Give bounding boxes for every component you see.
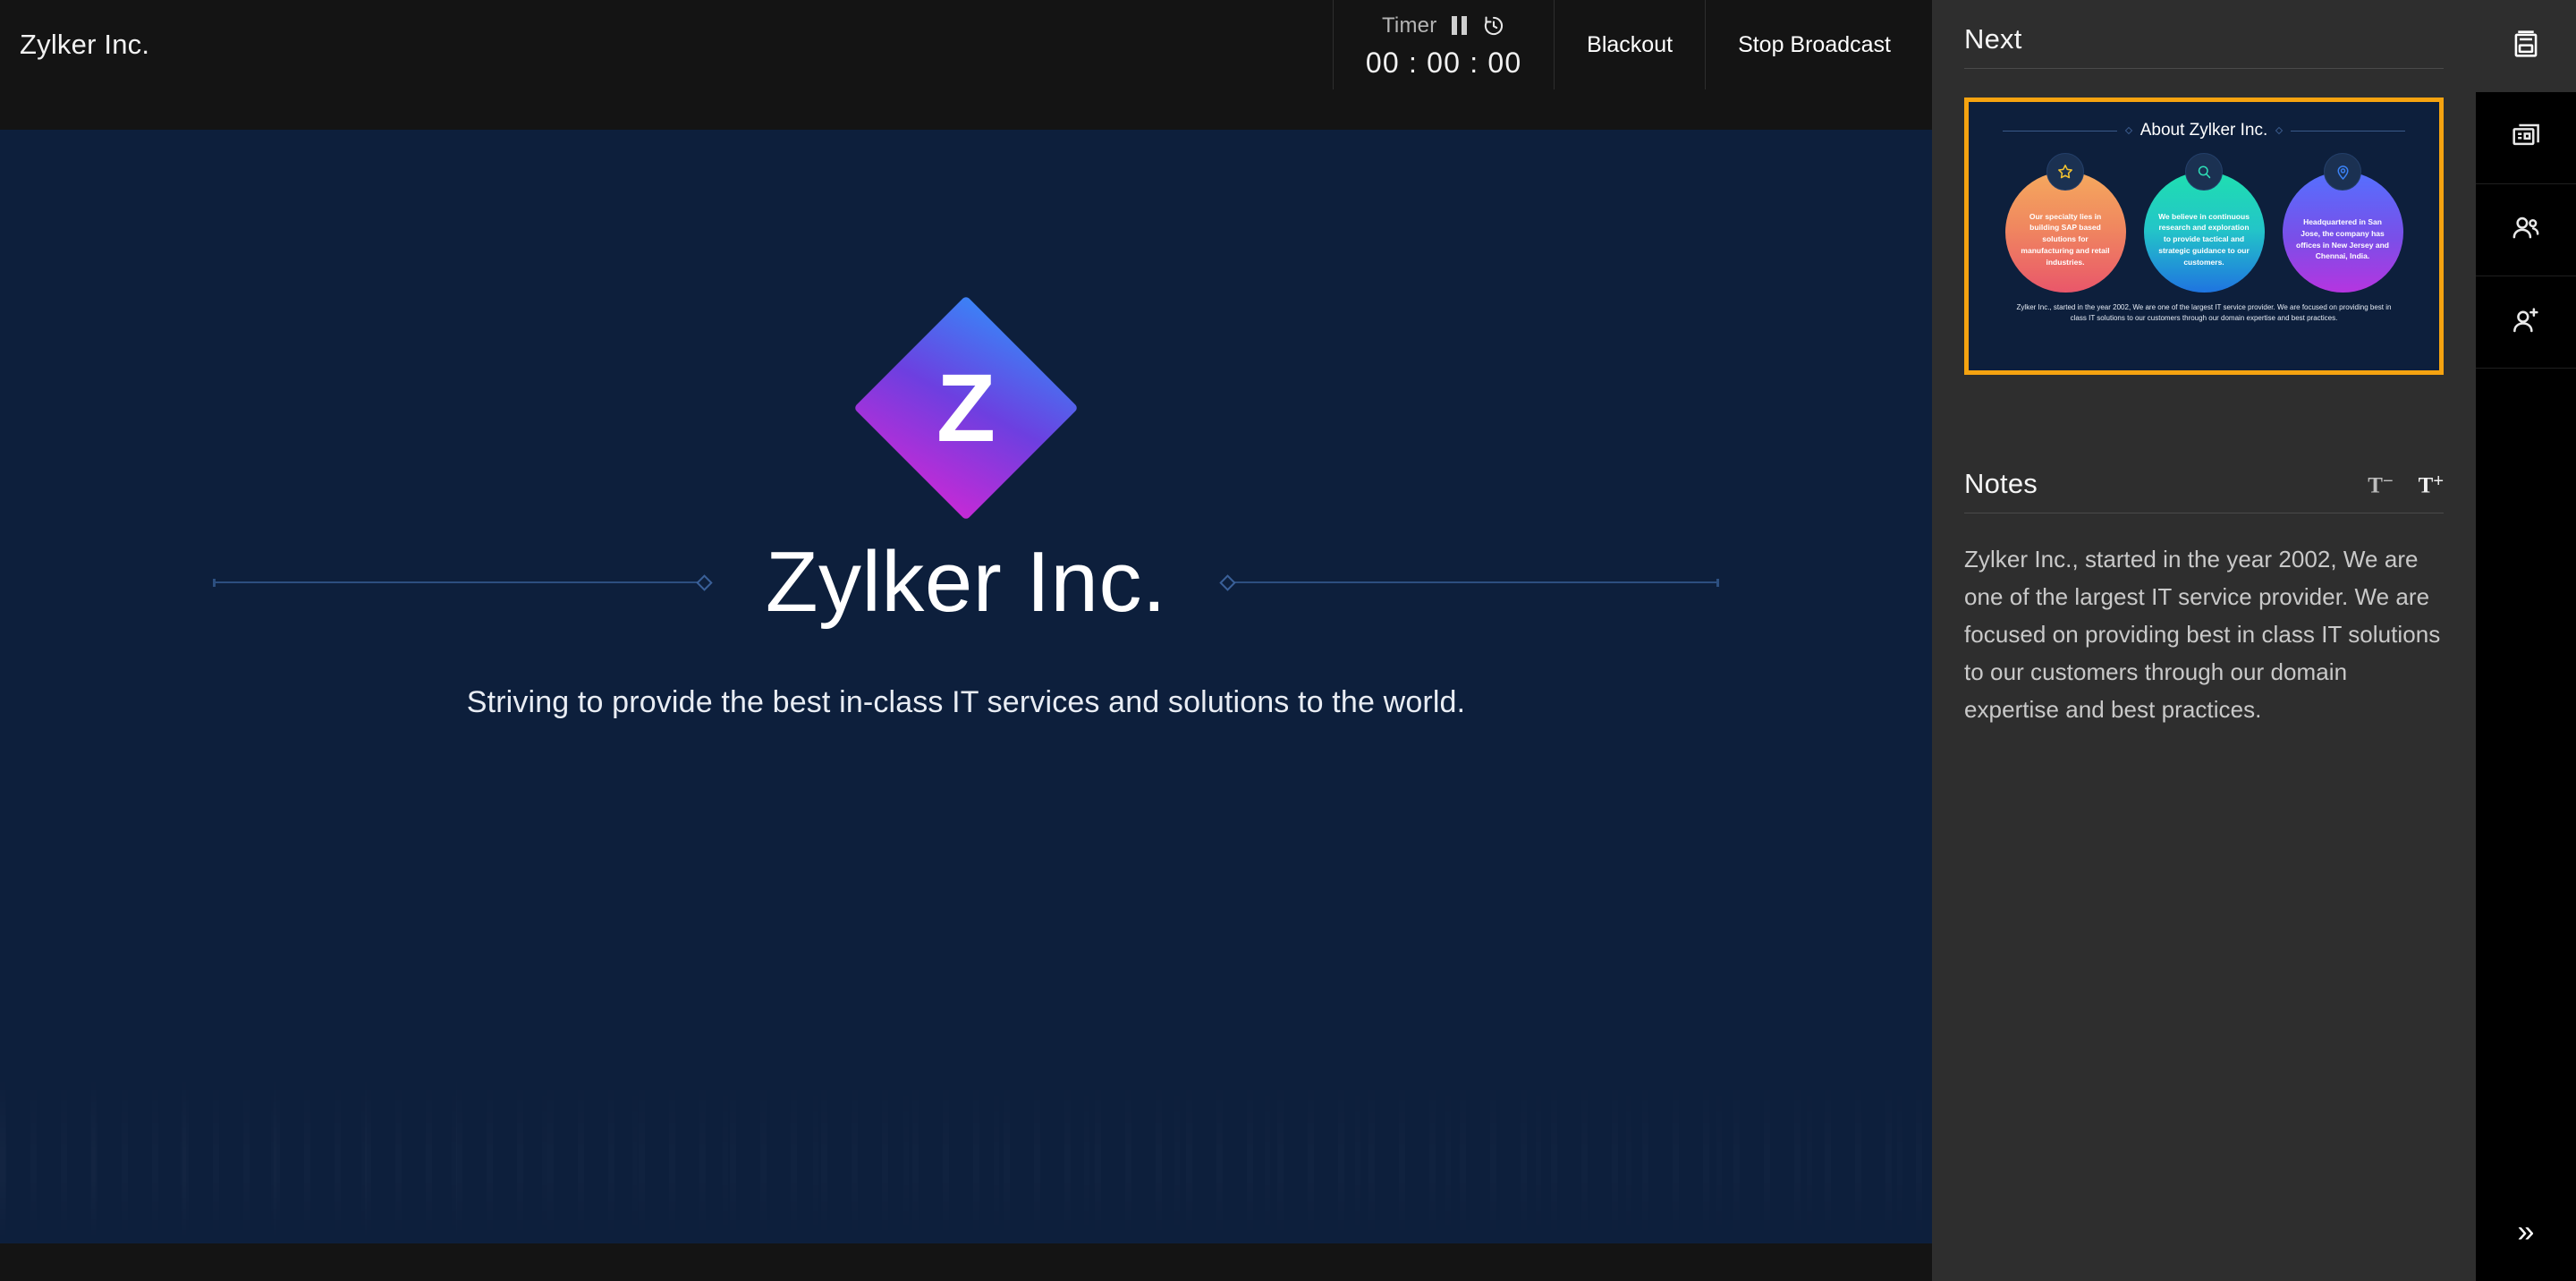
slide-title-row: Zylker Inc. — [0, 534, 1932, 630]
timer-widget[interactable]: Timer 00 : 00 : 00 — [1334, 0, 1554, 89]
notes-text: Zylker Inc., started in the year 2002, W… — [1964, 546, 2441, 724]
blackout-button[interactable]: Blackout — [1555, 0, 1706, 89]
slide-subtitle: Striving to provide the best in-class IT… — [466, 684, 1466, 719]
current-slide: Z Zylker Inc. Striving to provide the be… — [0, 130, 1932, 1243]
collapse-panel-button[interactable]: » — [2476, 1183, 2576, 1281]
notes-header: Notes T− T+ — [1964, 445, 2444, 513]
font-decrease-letter: T — [2368, 473, 2383, 497]
thumbnail-diamond-right — [2275, 126, 2284, 135]
next-slide-header: Next — [1964, 0, 2444, 69]
font-increase-sign: + — [2433, 471, 2444, 491]
search-icon — [2185, 153, 2223, 191]
slide-title: Zylker Inc. — [765, 534, 1167, 630]
logo-letter: Z — [936, 352, 996, 462]
pause-icon[interactable] — [1452, 16, 1468, 35]
timer-value: 00 : 00 : 00 — [1365, 46, 1522, 79]
rail-item-notes[interactable] — [2476, 0, 2576, 92]
right-icon-rail: » — [2476, 0, 2576, 1281]
rail-item-slides[interactable] — [2476, 92, 2576, 184]
timer-controls-row: Timer — [1382, 11, 1505, 41]
rail-item-invite[interactable] — [2476, 276, 2576, 369]
location-pin-icon — [2324, 153, 2361, 191]
next-label: Next — [1964, 23, 2022, 55]
font-decrease-sign: − — [2382, 471, 2394, 491]
thumbnail-title-row: About Zylker Inc. — [1972, 106, 2436, 140]
presentation-stage: Z Zylker Inc. Striving to provide the be… — [0, 89, 1932, 1281]
font-increase-letter: T — [2418, 473, 2434, 497]
thumbnail-canvas: About Zylker Inc. Our specialty lies in … — [1972, 106, 2436, 367]
timer-label: Timer — [1381, 13, 1437, 38]
stop-broadcast-button[interactable]: Stop Broadcast — [1706, 0, 1932, 89]
session-title: Zylker Inc. — [20, 29, 150, 60]
decrease-font-size-button[interactable]: T− — [2368, 472, 2393, 496]
notes-font-tools: T− T+ — [2368, 472, 2444, 500]
slides-layout-icon — [2509, 119, 2543, 157]
rail-spacer — [2476, 369, 2576, 1183]
thumbnail-title: About Zylker Inc. — [2140, 121, 2268, 140]
thumbnail-circle-3: Headquartered in San Jose, the company h… — [2282, 153, 2403, 293]
thumbnail-circle-2: We believe in continuous research and ex… — [2143, 153, 2265, 293]
decorative-line-right — [1219, 574, 1720, 591]
side-panel: Next About Zylker Inc. Our specialty lie… — [1932, 0, 2476, 1281]
slide-decorative-pattern — [0, 1073, 1932, 1243]
thumbnail-text-1: Our specialty lies in building SAP based… — [2021, 211, 2110, 267]
notes-panel-icon — [2509, 27, 2543, 65]
next-slide-thumbnail[interactable]: About Zylker Inc. Our specialty lies in … — [1964, 98, 2444, 375]
star-icon — [2046, 153, 2084, 191]
invite-person-icon — [2509, 303, 2543, 342]
thumbnail-circle-group: Our specialty lies in building SAP based… — [1972, 153, 2436, 293]
notes-label: Notes — [1964, 468, 2038, 499]
chevron-double-right-icon: » — [2517, 1215, 2535, 1249]
thumbnail-text-2: We believe in continuous research and ex… — [2158, 211, 2250, 267]
increase-font-size-button[interactable]: T+ — [2419, 472, 2444, 496]
zylker-diamond-logo: Z — [853, 295, 1079, 521]
thumbnail-circle-1: Our specialty lies in building SAP based… — [2004, 153, 2126, 293]
rail-item-attendees[interactable] — [2476, 184, 2576, 276]
thumbnail-text-3: Headquartered in San Jose, the company h… — [2296, 217, 2389, 261]
thumbnail-diamond-left — [2124, 126, 2132, 135]
attendees-icon — [2509, 211, 2543, 250]
decorative-line-left — [212, 574, 713, 591]
top-bar: Zylker Inc. Timer 00 : 00 : 00 Blackout … — [0, 0, 1932, 89]
broadcast-app-window: Zylker Inc. Timer 00 : 00 : 00 Blackout … — [0, 0, 2576, 1281]
thumbnail-footer-text: Zylker Inc., started in the year 2002, W… — [2016, 303, 2392, 323]
reset-timer-icon[interactable] — [1482, 14, 1505, 38]
